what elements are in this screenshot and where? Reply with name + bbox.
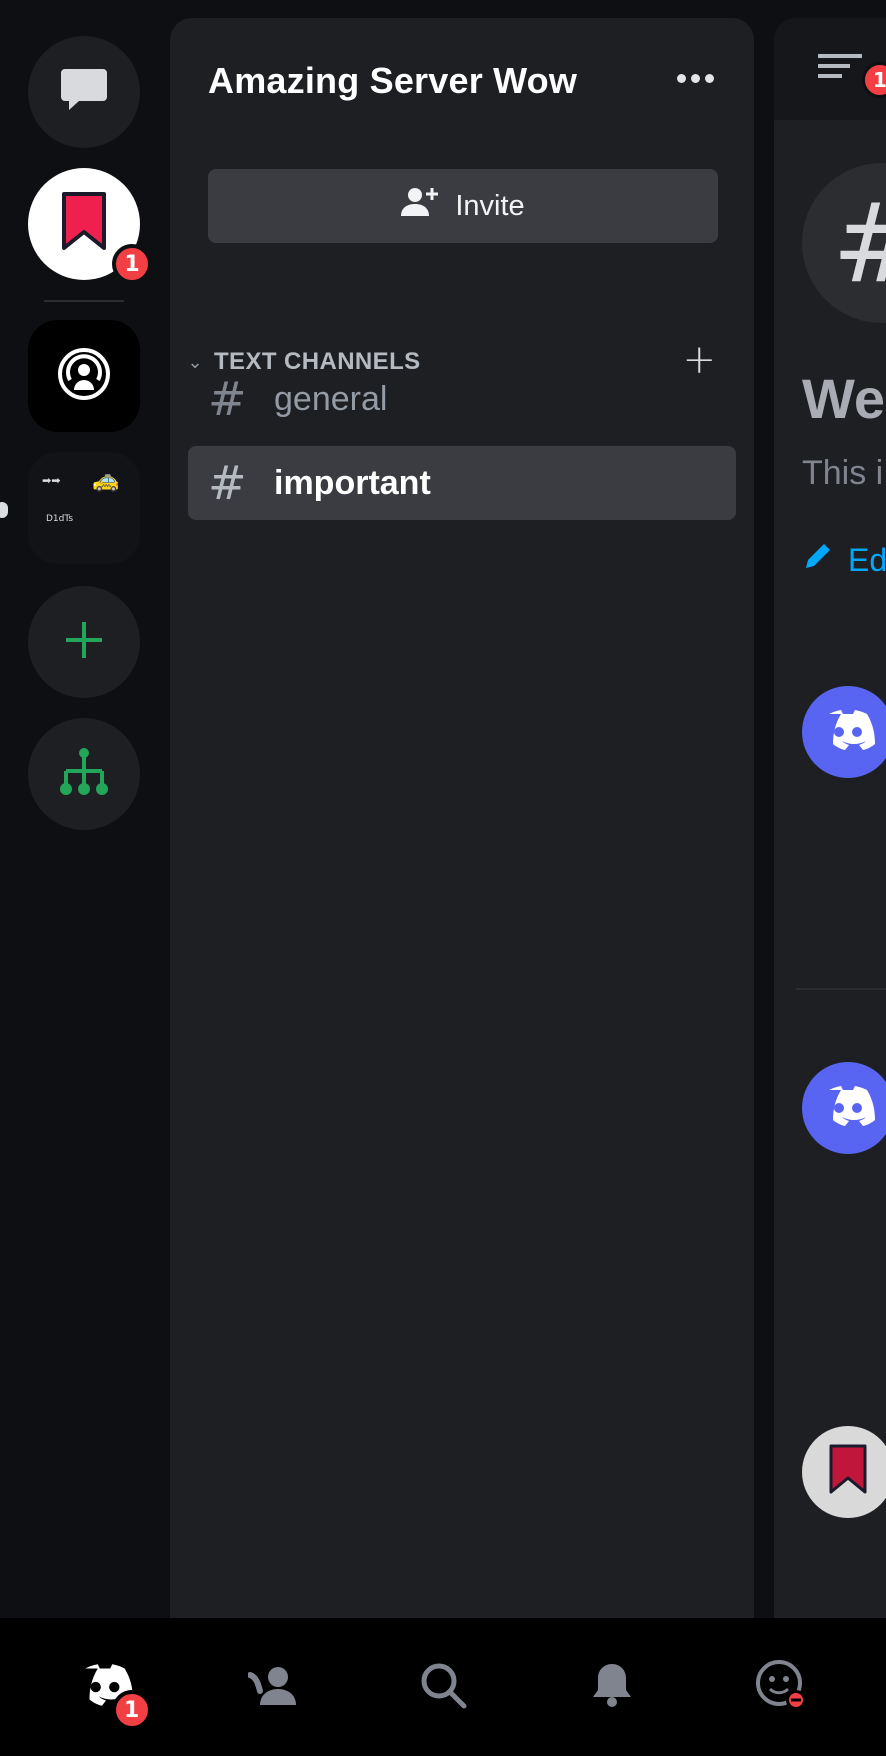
rail-divider <box>44 300 124 302</box>
chat-bubble-icon <box>59 67 109 117</box>
hierarchy-icon <box>60 747 108 801</box>
bell-icon <box>591 1662 633 1712</box>
server-folder[interactable]: ➡➡ 🚕 D1dTs <box>28 452 140 564</box>
server-rail: 1 ➡➡ 🚕 D1dTs <box>0 0 170 1618</box>
bookmark-avatar[interactable] <box>802 1426 886 1518</box>
dot-icon <box>705 74 714 83</box>
invite-button[interactable]: Invite <box>208 169 718 243</box>
member-list-icon[interactable] <box>818 52 862 90</box>
edit-channel-link[interactable]: Ed <box>802 540 886 580</box>
car-icon: 🚕 <box>92 468 120 493</box>
bookmark-icon <box>60 192 108 256</box>
channel-panel: Amazing Server Wow Invite ⌄ TEXT CHANNEL… <box>170 18 754 1618</box>
server-podcast[interactable] <box>28 320 140 432</box>
nav-notifications[interactable] <box>567 1642 657 1732</box>
discord-app: 1 ➡➡ 🚕 D1dTs Amazing Server Wow Invite ⌄… <box>0 0 886 1756</box>
avatar-dnd-icon <box>755 1659 807 1715</box>
unread-badge: 1 <box>112 244 152 284</box>
channel-general[interactable]: # general <box>188 362 736 436</box>
edit-label: Ed <box>848 541 886 578</box>
plus-icon <box>64 620 104 664</box>
pencil-icon <box>802 540 834 580</box>
welcome-heading: We <box>802 367 885 430</box>
header-badge: 1 <box>862 62 886 98</box>
home-badge: 1 <box>111 1690 152 1730</box>
server-selected-indicator <box>0 502 8 518</box>
nav-profile[interactable] <box>736 1642 826 1732</box>
invite-label: Invite <box>455 189 525 222</box>
folder-server-label: D1dTs <box>46 514 74 524</box>
channel-name: general <box>274 379 388 418</box>
channel-name: important <box>274 463 431 502</box>
direct-messages-button[interactable] <box>28 36 140 148</box>
friends-icon <box>246 1665 300 1709</box>
server-title[interactable]: Amazing Server Wow <box>208 60 577 102</box>
discord-logo-icon <box>819 708 877 756</box>
dot-icon <box>691 74 700 83</box>
nav-search[interactable] <box>398 1642 488 1732</box>
message-divider <box>796 988 886 990</box>
discover-servers-button[interactable] <box>28 718 140 830</box>
bookmark-icon <box>828 1444 868 1500</box>
server-menu-button[interactable] <box>677 74 714 83</box>
add-user-icon <box>401 186 439 226</box>
chat-header: 1 <box>774 18 886 120</box>
hash-icon: # <box>208 456 247 510</box>
hash-icon: # <box>208 372 247 426</box>
bottom-nav: 1 <box>0 1618 886 1756</box>
chat-peek[interactable]: 1 # We This i Ed <box>774 18 886 1618</box>
nav-home[interactable]: 1 <box>60 1642 152 1732</box>
arrows-icon: ➡➡ <box>42 474 61 487</box>
server-bookmark[interactable]: 1 <box>28 168 152 284</box>
channel-important[interactable]: # important <box>188 446 736 520</box>
welcome-subtitle: This i <box>802 454 884 492</box>
podcast-icon <box>56 346 112 406</box>
bot-avatar[interactable] <box>802 686 886 778</box>
dot-icon <box>677 74 686 83</box>
discord-logo-icon <box>819 1084 877 1132</box>
nav-friends[interactable] <box>229 1642 319 1732</box>
search-icon <box>419 1661 467 1713</box>
add-server-button[interactable] <box>28 586 140 698</box>
channel-hash-icon: # <box>802 163 886 323</box>
bot-avatar[interactable] <box>802 1062 886 1154</box>
